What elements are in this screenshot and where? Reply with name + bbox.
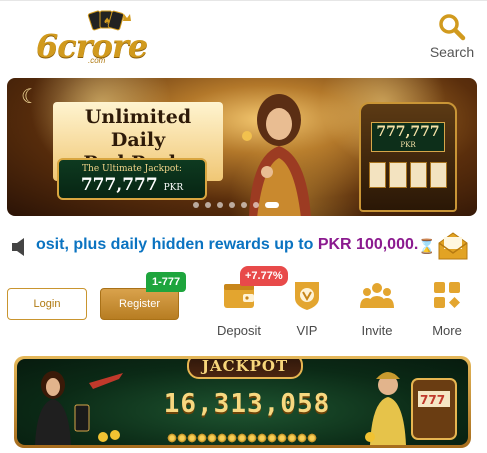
banner-jackpot-value: 777,777 PKR	[59, 175, 205, 195]
banner-jackpot-box: The Ultimate Jackpot: 777,777 PKR	[57, 158, 207, 200]
quicklink-deposit-label: Deposit	[216, 323, 262, 338]
announcement-marquee: osit, plus daily hidden rewards up to PK…	[0, 226, 487, 266]
slot-reel	[369, 162, 387, 188]
carousel-dot[interactable]	[229, 202, 235, 208]
banner-slot-machine: 777,777 PKR	[359, 102, 457, 212]
jackpot-banner[interactable]: JACKPOT 16,313,058 777	[14, 356, 471, 448]
slot-reel	[409, 162, 427, 188]
quicklink-invite[interactable]: Invite	[347, 278, 407, 338]
grid-more-icon	[434, 282, 460, 308]
quicklink-vip-label: VIP	[296, 323, 318, 338]
search-icon	[439, 14, 466, 41]
svg-text:777: 777	[420, 393, 445, 407]
jackpot-value: 16,313,058	[163, 389, 331, 419]
speaker-icon	[12, 238, 24, 256]
register-button[interactable]: Register	[100, 288, 179, 320]
svg-text:♠: ♠	[103, 17, 111, 27]
search-button[interactable]: Search	[427, 13, 477, 60]
carousel-dot[interactable]	[241, 202, 247, 208]
jackpot-panel: JACKPOT 16,313,058 777	[17, 359, 468, 445]
slot-reel	[429, 162, 447, 188]
banner-jackpot-caption: The Ultimate Jackpot:	[82, 164, 182, 174]
banner-jackpot-unit: PKR	[163, 183, 184, 193]
carousel-dot[interactable]	[217, 202, 223, 208]
quicklink-invite-label: Invite	[361, 323, 393, 338]
search-label: Search	[429, 44, 475, 60]
jackpot-left-illustration	[35, 371, 123, 445]
carousel-dot[interactable]	[193, 202, 199, 208]
slot-reel	[389, 162, 407, 188]
slot-screen-value: 777,777	[376, 124, 440, 140]
gold-coins-decoration	[167, 433, 317, 443]
app-root: ♠ 6crore .com Search ☾ Unlimited Daily R…	[0, 0, 487, 453]
jackpot-right-illustration: 777	[365, 372, 457, 445]
slot-screen: 777,777 PKR	[371, 122, 445, 152]
logo-suffix: .com	[88, 56, 106, 65]
quicklink-more-label: More	[432, 323, 462, 338]
register-bonus-badge: 1-777	[146, 272, 187, 292]
banner-jackpot-amount: 777,777	[80, 175, 158, 195]
banner-title-line1: Unlimited Daily	[84, 106, 192, 151]
login-button[interactable]: Login	[7, 288, 87, 320]
carousel-dot[interactable]	[253, 202, 259, 208]
marquee-text: osit, plus daily hidden rewards up to PK…	[36, 236, 418, 254]
hourglass-icon: ⌛	[418, 238, 436, 254]
vip-shield-icon	[295, 282, 319, 310]
slot-reels	[369, 162, 447, 188]
carousel-dot-active[interactable]	[265, 202, 279, 208]
site-logo[interactable]: ♠ 6crore .com	[26, 9, 148, 65]
carousel-dot[interactable]	[205, 202, 211, 208]
jackpot-title: JACKPOT	[187, 359, 303, 379]
crescent-moon-icon: ☾	[21, 86, 39, 108]
header: ♠ 6crore .com Search	[0, 0, 487, 72]
mail-icon[interactable]	[437, 231, 469, 261]
quicklink-deposit[interactable]: Deposit	[209, 278, 269, 338]
banner-woman-illustration	[242, 94, 311, 216]
quicklink-vip[interactable]: VIP	[277, 278, 337, 338]
people-group-icon	[360, 283, 394, 308]
marquee-text-highlight: PKR 100,000.	[317, 236, 419, 253]
quicklink-more[interactable]: More	[417, 278, 477, 338]
carousel-indicators	[193, 202, 279, 208]
promo-banner[interactable]: ☾ Unlimited Daily Red Packs The Ultimate…	[7, 78, 477, 216]
marquee-text-main: osit, plus daily hidden rewards up to	[36, 236, 318, 253]
slot-screen-unit: PKR	[400, 141, 416, 149]
